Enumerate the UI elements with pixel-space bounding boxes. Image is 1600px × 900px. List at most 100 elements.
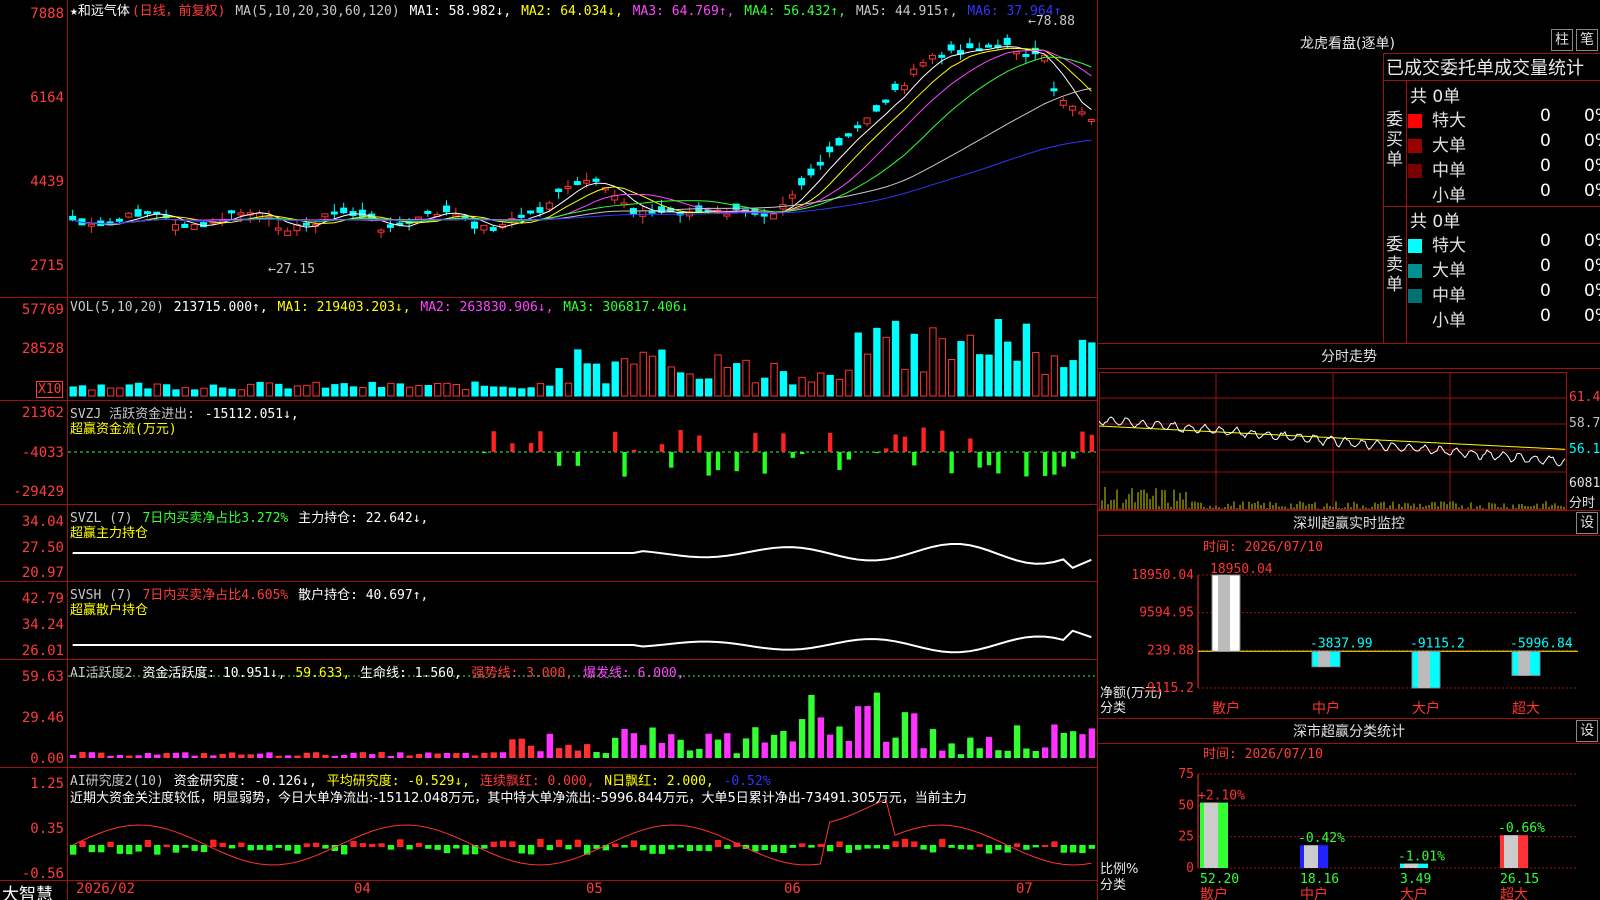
candle-body — [816, 161, 824, 166]
volume-bar — [256, 381, 264, 397]
research-summary-text: 近期大资金关注度较低，明显弱势，今日大单净流出:-15112.048万元，其中特… — [70, 791, 967, 806]
monitor-bar-label: -3837.99 — [1310, 636, 1373, 651]
vol-value: 213715.000↑, — [173, 300, 268, 315]
activity-bar — [275, 755, 282, 758]
buy-row-s: 小单 0 0% — [1408, 181, 1600, 206]
volume-bar — [817, 372, 825, 397]
vol-label: VOL(5,10,20) — [70, 300, 164, 315]
research-bar — [957, 845, 965, 850]
candle-body — [134, 209, 142, 217]
activity-bar — [378, 752, 385, 758]
monitor-bar-label: -9115.2 — [1410, 636, 1465, 651]
candle-body — [358, 209, 366, 217]
activity-bar — [312, 752, 320, 758]
classify-chart[interactable]: 75 50 25 0 +2.10% 52.20散户 -0.42% 18.16中户 -1.01%… — [1098, 756, 1598, 900]
research-bar — [668, 845, 675, 850]
activity-bar — [303, 752, 310, 758]
volume-bar — [88, 389, 96, 397]
volume-bar — [854, 332, 862, 397]
sell-row-xl: 特大 0 0% — [1408, 231, 1600, 256]
activity-bar — [892, 737, 899, 758]
panel-divider — [0, 400, 1098, 401]
fund-bar — [949, 452, 954, 474]
row-label: 大单 — [1432, 261, 1466, 281]
main-chart-svg[interactable] — [68, 0, 1098, 900]
volume-bar — [321, 387, 330, 397]
volume-bar — [976, 354, 984, 397]
classify-settings-button[interactable]: 设 — [1576, 720, 1598, 742]
sell-row-s: 小单 0 0% — [1408, 306, 1600, 331]
activity-bar — [1088, 728, 1095, 758]
volume-bar — [985, 354, 993, 397]
act-label: AI活跃度2 — [70, 666, 133, 681]
fund-bar — [827, 432, 833, 452]
activity-bar — [836, 726, 843, 758]
activity-bar — [911, 713, 918, 758]
fund-bar — [734, 452, 739, 472]
volume-bar — [452, 384, 461, 397]
activity-bar — [668, 734, 675, 758]
volume-bar — [723, 366, 732, 397]
candle-body — [966, 43, 974, 49]
volume-bar — [742, 359, 750, 397]
fund-bar — [837, 452, 842, 471]
svzj-value: -15112.051↓, — [204, 407, 299, 422]
research-bar — [406, 845, 413, 850]
research-bar — [985, 845, 993, 854]
activity-bar — [116, 755, 124, 758]
svzl-ylabel: 27.50 — [21, 540, 64, 556]
tick-mode-button[interactable]: 笔 — [1576, 29, 1598, 51]
monitor-chart[interactable]: 18950.04 9594.95 239.88 -9115.2 18950.04 散户 -… — [1098, 553, 1598, 718]
fund-bar — [902, 436, 908, 452]
activity-bar — [434, 753, 441, 758]
activity-bar — [1079, 734, 1086, 758]
candle-body — [863, 117, 871, 125]
fund-bar — [921, 427, 926, 452]
svzl-sub: 超赢主力持仓 — [70, 526, 149, 541]
fund-bar — [538, 431, 543, 452]
intraday-chart[interactable] — [1099, 372, 1567, 510]
color-swatch — [1408, 139, 1422, 153]
act-ylabel: 59.63 — [21, 669, 64, 685]
bar-mode-button[interactable]: 柱 — [1551, 29, 1573, 51]
research-bar — [929, 845, 937, 853]
research-bar — [537, 838, 544, 847]
volume-bar — [564, 382, 573, 397]
research-bar — [527, 845, 535, 855]
research-bar — [1032, 845, 1039, 848]
research-bar — [836, 841, 843, 847]
monitor-cat-label: 大户 — [1412, 700, 1440, 717]
activity-bar — [995, 750, 1002, 758]
volume-bar — [144, 388, 152, 397]
volume-bar — [396, 383, 404, 397]
research-bar — [182, 845, 189, 848]
fund-bar — [613, 431, 618, 452]
volume-bar — [863, 353, 872, 397]
candle-body — [414, 216, 422, 220]
monitor-title: 深圳超赢实时监控 — [1098, 510, 1600, 536]
research-bar — [154, 845, 161, 855]
research-bar — [967, 845, 974, 850]
svzl-ylabel: 34.04 — [21, 514, 64, 530]
intraday-ylabel: 6081 — [1569, 476, 1600, 491]
row-pct: 0% — [1584, 106, 1600, 126]
activity-bar — [565, 744, 572, 758]
research-bar — [883, 845, 890, 850]
candle-body — [545, 202, 553, 210]
activity-bar — [976, 748, 983, 758]
research-bar — [873, 845, 881, 849]
volume-bar — [424, 385, 432, 397]
research-bar — [163, 844, 170, 847]
candle-body — [928, 54, 936, 60]
research-bar — [761, 845, 768, 851]
activity-bar — [1060, 732, 1067, 758]
monitor-settings-button[interactable]: 设 — [1576, 512, 1598, 534]
activity-bar — [640, 745, 647, 758]
candle-body — [536, 207, 544, 213]
vol-ma2: MA2: 263830.906↓, — [420, 300, 554, 315]
fund-bar — [1061, 452, 1066, 467]
res-ylabel: 0.35 — [30, 821, 64, 837]
fund-bar — [940, 430, 945, 452]
intraday-volume — [1099, 487, 1565, 509]
act-ylabel: 0.00 — [30, 751, 64, 767]
